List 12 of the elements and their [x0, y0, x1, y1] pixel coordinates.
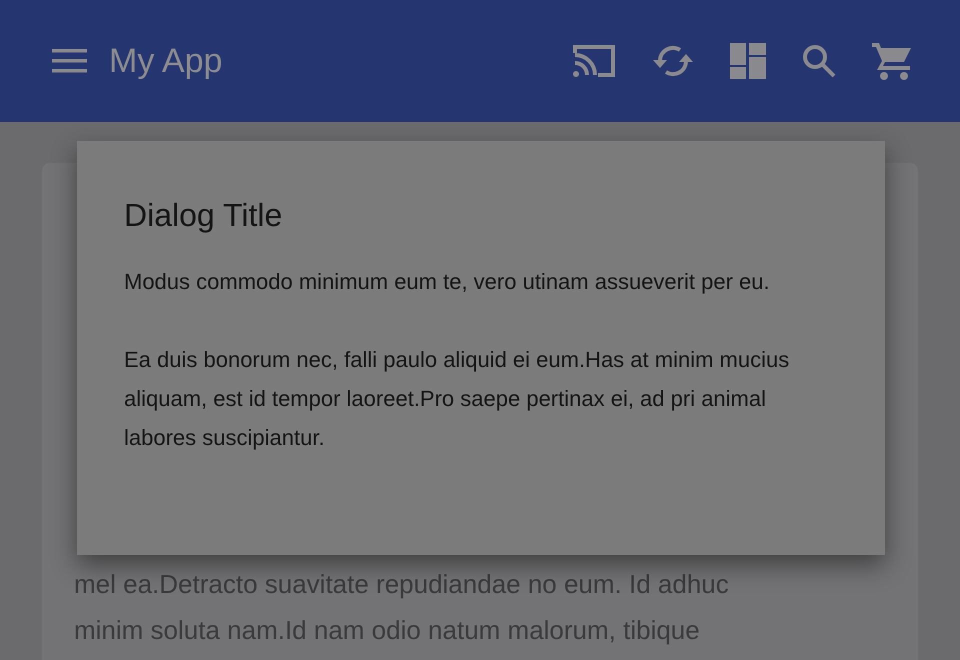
dialog-title: Dialog Title: [124, 196, 284, 235]
cast-icon[interactable]: [572, 43, 616, 79]
dashboard-icon[interactable]: [730, 43, 766, 79]
body-text-line: minim soluta nam.Id nam odio natum malorum, tibique: [74, 614, 700, 647]
cart-icon[interactable]: [872, 41, 912, 81]
dialog-paragraph: Ea duis bonorum nec, falli paulo aliquid ei eum.Has at minim mucius aliquam, est id tempor laoreet.Pro saepe pertinax ei, ad pri animal labores suscipiantur.: [124, 346, 790, 452]
search-icon[interactable]: [802, 44, 836, 78]
app-title: My App: [109, 40, 222, 82]
dialog-paragraph: Modus commodo minimum eum te, vero utinam assueverit per eu.: [124, 268, 771, 296]
menu-icon[interactable]: [52, 49, 87, 73]
body-text-line: mel ea.Detracto suavitate repudiandae no eum. Id adhuc: [74, 568, 729, 601]
sync-icon[interactable]: [652, 44, 694, 78]
